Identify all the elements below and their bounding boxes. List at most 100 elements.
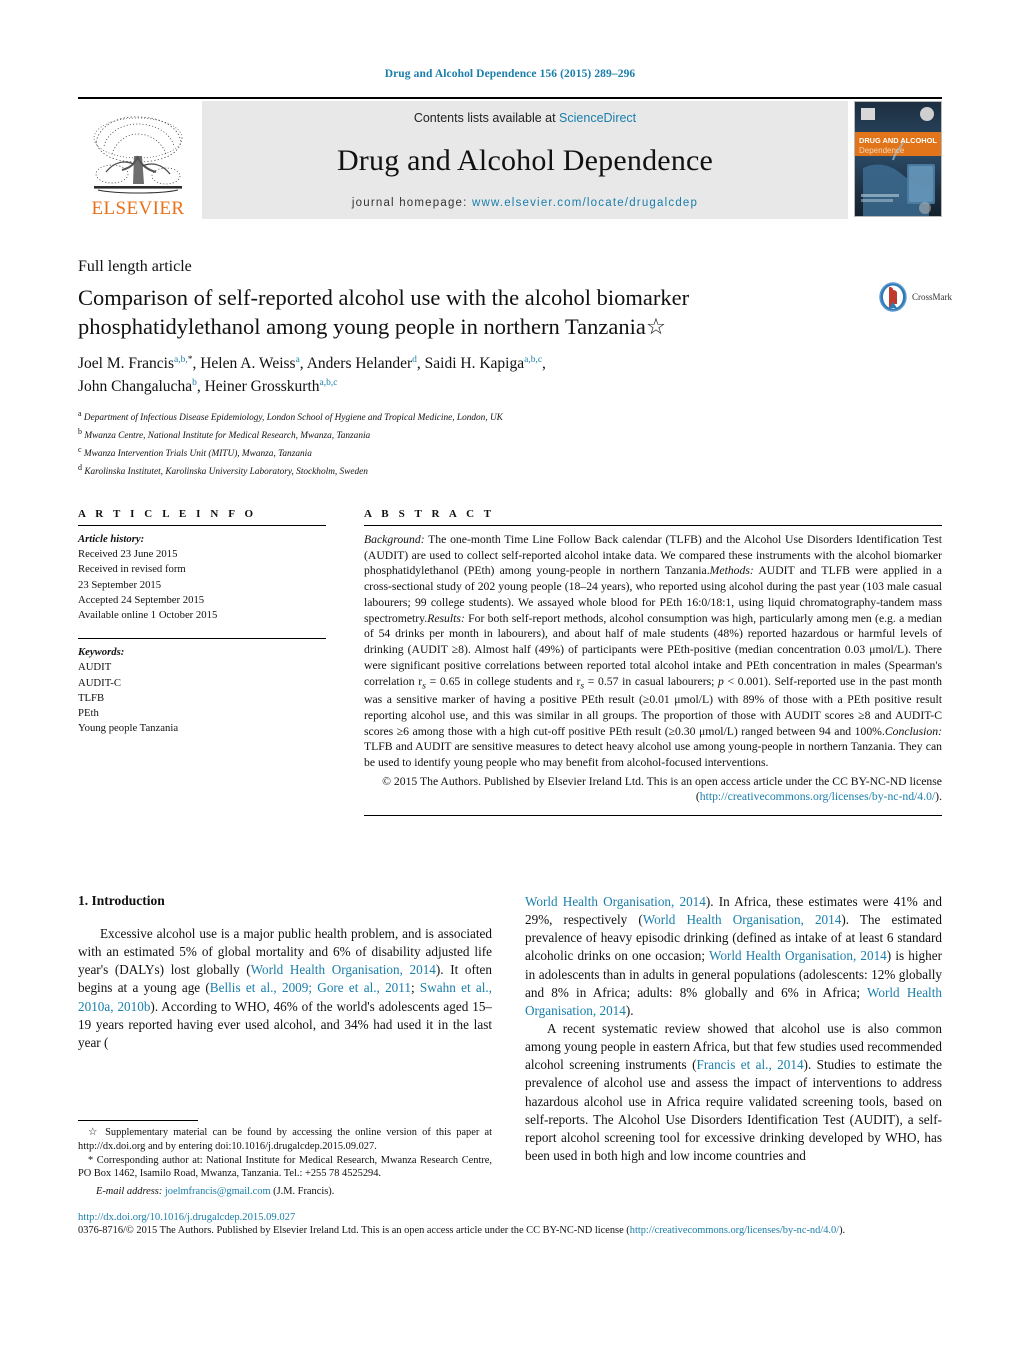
journal-article-page: Drug and Alcohol Dependence 156 (2015) 2…: [0, 0, 1020, 1351]
author-name: Anders Helander: [306, 355, 413, 372]
author-affiliation-marks: b: [192, 378, 197, 389]
article-type-label: Full length article: [78, 258, 192, 275]
keyword-item: TLFB: [78, 691, 105, 704]
keyword-item: AUDIT: [78, 661, 112, 674]
abstract-bottom-rule: [364, 815, 942, 817]
crossmark-label: CrossMark: [912, 292, 952, 302]
contents-list-line: Contents lists available at ScienceDirec…: [414, 111, 636, 125]
section-heading-introduction: 1. Introduction: [78, 893, 165, 908]
author-affiliation-marks: a,b,: [174, 354, 188, 365]
email-tail: (J.M. Francis).: [270, 1186, 335, 1198]
footnote-email: E-mail address: joelmfrancis@gmail.com (…: [78, 1185, 492, 1199]
keyword-item: PEth: [78, 706, 99, 719]
author-name: John Changalucha: [78, 378, 193, 396]
author-affiliation-marks: a: [295, 354, 300, 365]
journal-title: Drug and Alcohol Dependence: [336, 144, 714, 177]
contents-prefix: Contents lists available at: [413, 111, 560, 125]
affiliation-item: c Mwanza Intervention Trials Unit (MITU)…: [78, 444, 898, 462]
citation-link[interactable]: World Health Organisation, 2014: [525, 894, 706, 909]
citation-link[interactable]: Francis et al., 2014: [697, 1057, 804, 1072]
affiliation-item: b Mwanza Centre, National Institute for …: [78, 426, 898, 444]
crossmark-icon: [879, 282, 907, 312]
article-history-item: Accepted 24 September 2015: [78, 593, 205, 606]
title-block: Comparison of self-reported alcohol use …: [78, 284, 838, 341]
email-link[interactable]: joelmfrancis@gmail.com: [165, 1186, 271, 1197]
abstract-body: Background: The one-month Time Line Foll…: [364, 533, 942, 769]
corresponding-author-star: *: [187, 354, 193, 365]
citation-link[interactable]: World Health Organisation, 2014: [709, 948, 887, 963]
affiliation-text: Mwanza Intervention Trials Unit (MITU), …: [83, 449, 312, 460]
page-title: Comparison of self-reported alcohol use …: [78, 284, 838, 341]
intro-paragraph-left: Excessive alcohol use is a major public …: [78, 925, 492, 1052]
article-history-item: Available online 1 October 2015: [78, 608, 218, 621]
author-item: John Changaluchab,: [78, 378, 205, 396]
journal-masthead: ELSEVIER Contents lists available at Sci…: [78, 97, 942, 219]
author-affiliation-marks: d: [412, 354, 417, 365]
license-link-footer[interactable]: http://creativecommons.org/licenses/by-n…: [630, 1225, 839, 1236]
abstract-results-text-c: = 0.57 in casual labourers;: [584, 674, 719, 688]
abstract-methods-label: Methods:: [709, 564, 754, 578]
affiliation-item: a Department of Infectious Disease Epide…: [78, 408, 898, 426]
footnote-corresponding-author: * Corresponding author at: National Inst…: [78, 1154, 492, 1182]
paper-title-text: Comparison of self-reported alcohol use …: [78, 285, 690, 339]
journal-band: Contents lists available at ScienceDirec…: [202, 101, 848, 219]
citation-link[interactable]: Bellis et al., 2009; Gore et al., 2011: [210, 980, 411, 995]
email-label: E-mail address:: [96, 1186, 163, 1198]
abstract-results-label: Results:: [427, 611, 465, 625]
intro-text: ;: [410, 980, 420, 996]
license-link[interactable]: http://creativecommons.org/licenses/by-n…: [700, 790, 935, 803]
issn-text: 0376-8716/© 2015 The Authors. Published …: [78, 1225, 630, 1236]
footnote-text: Corresponding author at: National Instit…: [78, 1154, 492, 1180]
affiliation-list: a Department of Infectious Disease Epide…: [78, 408, 898, 481]
cover-artwork: DRUG AND ALCOHOL Dependence: [855, 102, 941, 216]
page-footer: http://dx.doi.org/10.1016/j.drugalcdep.2…: [78, 1212, 956, 1238]
abstract-conclusion-label: Conclusion:: [884, 724, 942, 738]
abstract-top-rule: [364, 525, 942, 526]
issn-tail: ).: [839, 1225, 846, 1236]
article-info-column: A R T I C L E I N F O Article history: R…: [78, 508, 326, 736]
abstract-copyright: © 2015 The Authors. Published by Elsevie…: [364, 774, 942, 805]
abstract-results-text-b: = 0.65 in college students and r: [425, 674, 581, 688]
affiliation-text: Mwanza Centre, National Institute for Me…: [84, 431, 371, 442]
abstract-background-label: Background:: [364, 533, 425, 546]
article-history-item: Received in revised form: [78, 563, 186, 576]
author-name: Joel M. Francis: [78, 355, 175, 372]
author-affiliation-marks: a,b,c: [319, 378, 338, 389]
author-item: Heiner Grosskurtha,b,c: [205, 378, 338, 395]
citation-link[interactable]: World Health Organisation, 2014: [251, 962, 436, 977]
title-footnote-mark: ☆: [645, 313, 667, 339]
author-name: Saidi H. Kapiga: [424, 355, 525, 372]
article-history-label: Article history:: [78, 533, 145, 545]
author-affiliation-marks: a,b,c: [524, 354, 543, 365]
abstract-heading: A B S T R A C T: [364, 508, 495, 520]
sciencedirect-link[interactable]: ScienceDirect: [559, 111, 636, 125]
intro-paragraph-right-2: A recent systematic review showed that a…: [525, 1020, 942, 1165]
footnote-rule: [78, 1120, 198, 1121]
running-head: Drug and Alcohol Dependence 156 (2015) 2…: [384, 68, 636, 80]
journal-homepage-line: journal homepage: www.elsevier.com/locat…: [352, 197, 698, 209]
crossmark-badge[interactable]: CrossMark: [878, 282, 964, 312]
abstract-copyright-tail: ).: [935, 790, 942, 804]
article-history-item: Received 23 June 2015: [78, 548, 178, 561]
article-info-heading: A R T I C L E I N F O: [78, 508, 257, 520]
keywords-label: Keywords:: [78, 646, 125, 659]
body-column-left: 1. Introduction Excessive alcohol use is…: [78, 893, 492, 1052]
citation-link[interactable]: World Health Organisation, 2014: [643, 912, 842, 927]
journal-homepage-link[interactable]: www.elsevier.com/locate/drugalcdep: [472, 197, 698, 209]
svg-text:DRUG AND ALCOHOL: DRUG AND ALCOHOL: [859, 136, 937, 145]
footnote-supplementary: ☆ Supplementary material can be found by…: [78, 1126, 492, 1154]
footnote-block: ☆ Supplementary material can be found by…: [78, 1120, 492, 1199]
affiliation-item: d Karolinska Institutet, Karolinska Univ…: [78, 462, 898, 480]
author-item: Helen A. Weissa,: [200, 354, 307, 372]
affiliation-mark: d: [78, 463, 82, 473]
author-item: Joel M. Francisa,b,*,: [78, 354, 201, 372]
author-item: Saidi H. Kapigaa,b,c,: [424, 354, 546, 372]
intro-paragraph-right-1: World Health Organisation, 2014). In Afr…: [525, 893, 942, 1020]
author-item: Anders Helanderd,: [306, 354, 425, 372]
intro-text: ).: [625, 1002, 634, 1018]
doi-link[interactable]: http://dx.doi.org/10.1016/j.drugalcdep.2…: [78, 1212, 956, 1223]
author-name: Helen A. Weiss: [200, 355, 296, 372]
abstract-column: A B S T R A C T Background: The one-mont…: [364, 508, 942, 817]
article-history-item: 23 September 2015: [78, 578, 162, 591]
